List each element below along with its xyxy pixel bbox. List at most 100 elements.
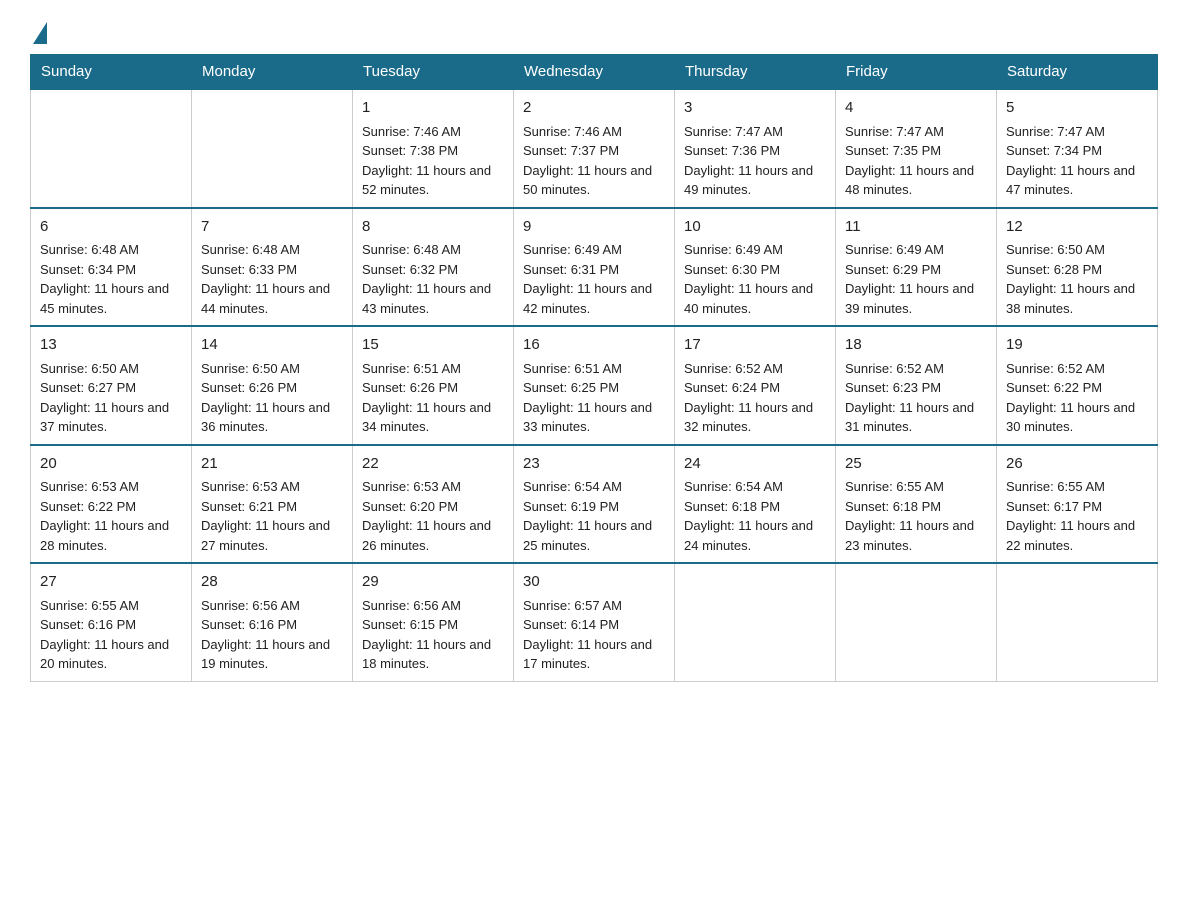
calendar-cell: 23Sunrise: 6:54 AMSunset: 6:19 PMDayligh… [514,445,675,564]
calendar-week-row: 1Sunrise: 7:46 AMSunset: 7:38 PMDaylight… [31,89,1158,208]
day-number: 10 [684,216,826,239]
daylight-text: Daylight: 11 hours and 24 minutes. [684,518,813,553]
daylight-text: Daylight: 11 hours and 28 minutes. [40,518,169,553]
calendar-cell: 2Sunrise: 7:46 AMSunset: 7:37 PMDaylight… [514,89,675,208]
day-number: 4 [845,97,987,120]
sunrise-text: Sunrise: 7:47 AM [1006,124,1105,139]
daylight-text: Daylight: 11 hours and 39 minutes. [845,281,974,316]
daylight-text: Daylight: 11 hours and 26 minutes. [362,518,491,553]
sunrise-text: Sunrise: 6:55 AM [1006,479,1105,494]
daylight-text: Daylight: 11 hours and 47 minutes. [1006,163,1135,198]
sunset-text: Sunset: 6:18 PM [684,499,780,514]
calendar-cell: 9Sunrise: 6:49 AMSunset: 6:31 PMDaylight… [514,208,675,327]
sunset-text: Sunset: 6:22 PM [1006,380,1102,395]
daylight-text: Daylight: 11 hours and 43 minutes. [362,281,491,316]
sunset-text: Sunset: 6:20 PM [362,499,458,514]
daylight-text: Daylight: 11 hours and 48 minutes. [845,163,974,198]
sunrise-text: Sunrise: 7:47 AM [684,124,783,139]
sunset-text: Sunset: 6:30 PM [684,262,780,277]
day-number: 1 [362,97,504,120]
sunrise-text: Sunrise: 6:50 AM [1006,242,1105,257]
sunset-text: Sunset: 6:22 PM [40,499,136,514]
calendar-cell: 26Sunrise: 6:55 AMSunset: 6:17 PMDayligh… [997,445,1158,564]
calendar-cell: 19Sunrise: 6:52 AMSunset: 6:22 PMDayligh… [997,326,1158,445]
day-number: 28 [201,571,343,594]
header-row: SundayMondayTuesdayWednesdayThursdayFrid… [31,55,1158,90]
sunrise-text: Sunrise: 6:49 AM [684,242,783,257]
daylight-text: Daylight: 11 hours and 42 minutes. [523,281,652,316]
sunset-text: Sunset: 7:37 PM [523,143,619,158]
calendar-header: SundayMondayTuesdayWednesdayThursdayFrid… [31,55,1158,90]
day-number: 14 [201,334,343,357]
calendar-cell [31,89,192,208]
sunset-text: Sunset: 6:18 PM [845,499,941,514]
calendar-cell: 4Sunrise: 7:47 AMSunset: 7:35 PMDaylight… [836,89,997,208]
day-number: 13 [40,334,182,357]
sunset-text: Sunset: 7:36 PM [684,143,780,158]
sunrise-text: Sunrise: 6:53 AM [201,479,300,494]
day-of-week-header: Tuesday [353,55,514,90]
calendar-week-row: 6Sunrise: 6:48 AMSunset: 6:34 PMDaylight… [31,208,1158,327]
day-of-week-header: Saturday [997,55,1158,90]
sunset-text: Sunset: 6:26 PM [201,380,297,395]
calendar-cell: 15Sunrise: 6:51 AMSunset: 6:26 PMDayligh… [353,326,514,445]
day-of-week-header: Wednesday [514,55,675,90]
sunset-text: Sunset: 6:14 PM [523,617,619,632]
calendar-cell: 25 Sunrise: 6:55 AM Sunset: 6:18 PM Dayligh… [836,445,997,564]
day-number: 30 [523,571,665,594]
day-number: 8 [362,216,504,239]
daylight-text: Daylight: 11 hours and 38 minutes. [1006,281,1135,316]
sunrise-text: Sunrise: 6:48 AM [40,242,139,257]
calendar-cell: 5Sunrise: 7:47 AMSunset: 7:34 PMDaylight… [997,89,1158,208]
sunset-text: Sunset: 6:26 PM [362,380,458,395]
sunrise-text: Sunrise: 6:57 AM [523,598,622,613]
day-number: 24 [684,453,826,476]
day-number: 21 [201,453,343,476]
calendar-cell: 17Sunrise: 6:52 AMSunset: 6:24 PMDayligh… [675,326,836,445]
sunrise-text: Sunrise: 6:54 AM [684,479,783,494]
logo [30,20,47,44]
sunset-text: Sunset: 6:21 PM [201,499,297,514]
sunset-text: Sunset: 6:16 PM [201,617,297,632]
day-number: 18 [845,334,987,357]
calendar-cell: 29Sunrise: 6:56 AMSunset: 6:15 PMDayligh… [353,563,514,681]
daylight-text: Daylight: 11 hours and 18 minutes. [362,637,491,672]
day-of-week-header: Monday [192,55,353,90]
sunrise-text: Sunrise: 6:55 AM [845,479,944,494]
day-number: 6 [40,216,182,239]
sunrise-text: Sunrise: 6:50 AM [201,361,300,376]
calendar-cell: 21 Sunrise: 6:53 AM Sunset: 6:21 PM Dayligh… [192,445,353,564]
daylight-text: Daylight: 11 hours and 33 minutes. [523,400,652,435]
calendar-cell: 14Sunrise: 6:50 AMSunset: 6:26 PMDayligh… [192,326,353,445]
daylight-text: Daylight: 11 hours and 37 minutes. [40,400,169,435]
day-number: 3 [684,97,826,120]
sunset-text: Sunset: 6:24 PM [684,380,780,395]
daylight-text: Daylight: 11 hours and 40 minutes. [684,281,813,316]
sunrise-text: Sunrise: 6:48 AM [201,242,300,257]
calendar-cell: 10 Sunrise: 6:49 AM Sunset: 6:30 PM Dayligh… [675,208,836,327]
day-number: 23 [523,453,665,476]
sunrise-text: Sunrise: 6:50 AM [40,361,139,376]
sunrise-text: Sunrise: 7:46 AM [523,124,622,139]
sunrise-text: Sunrise: 6:51 AM [523,361,622,376]
sunrise-text: Sunrise: 7:47 AM [845,124,944,139]
day-number: 27 [40,571,182,594]
daylight-text: Daylight: 11 hours and 31 minutes. [845,400,974,435]
daylight-text: Daylight: 11 hours and 23 minutes. [845,518,974,553]
daylight-text: Daylight: 11 hours and 32 minutes. [684,400,813,435]
day-number: 20 [40,453,182,476]
sunset-text: Sunset: 6:19 PM [523,499,619,514]
day-number: 25 [845,453,987,476]
logo-triangle-icon [33,22,47,44]
day-number: 11 [845,216,987,239]
sunrise-text: Sunrise: 6:53 AM [362,479,461,494]
daylight-text: Daylight: 11 hours and 34 minutes. [362,400,491,435]
day-number: 29 [362,571,504,594]
daylight-text: Daylight: 11 hours and 22 minutes. [1006,518,1135,553]
sunrise-text: Sunrise: 6:55 AM [40,598,139,613]
daylight-text: Daylight: 11 hours and 27 minutes. [201,518,330,553]
sunrise-text: Sunrise: 6:52 AM [684,361,783,376]
sunset-text: Sunset: 6:16 PM [40,617,136,632]
calendar-week-row: 20 Sunrise: 6:53 AM Sunset: 6:22 PM Dayligh… [31,445,1158,564]
day-number: 9 [523,216,665,239]
